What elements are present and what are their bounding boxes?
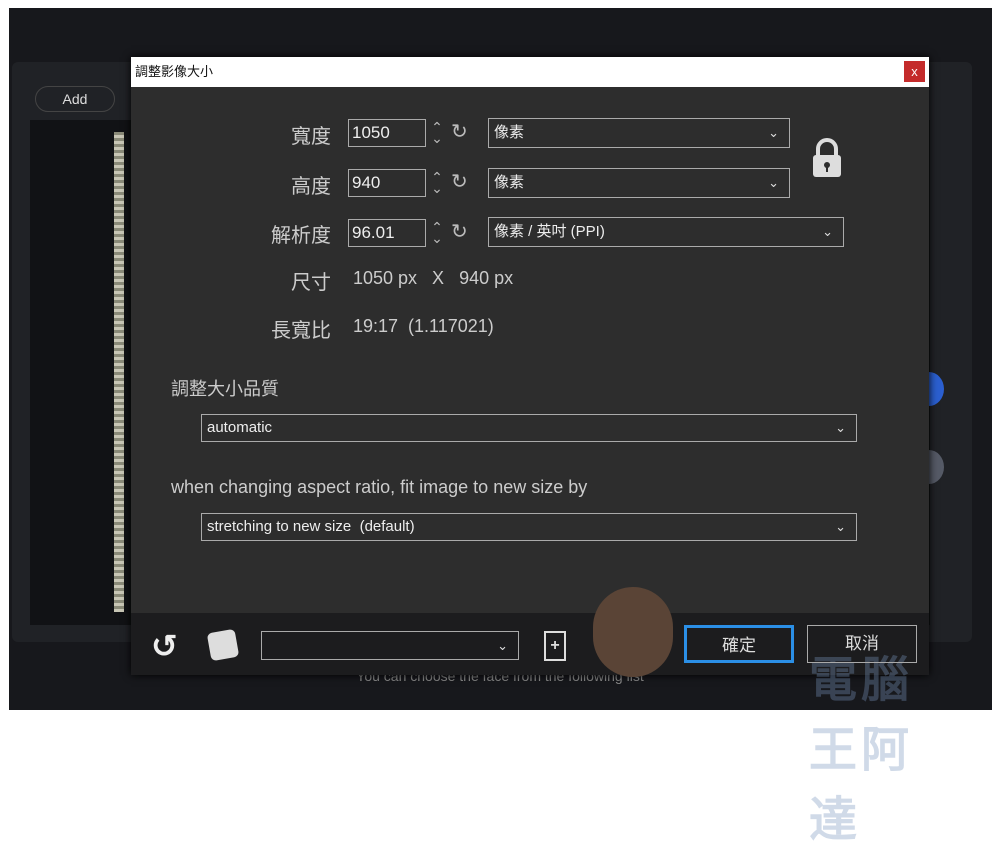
size-value: 1050 px X 940 px — [353, 268, 514, 288]
aspect-label: 長寬比 — [271, 320, 331, 342]
width-input[interactable]: 1050 — [348, 119, 426, 147]
resolution-label: 解析度 — [271, 225, 331, 247]
cancel-button[interactable]: 取消 — [807, 625, 917, 663]
photo-edge — [114, 132, 124, 612]
watermark-logo: 電腦王阿達 — [809, 654, 914, 847]
quality-label: 調整大小品質 — [171, 379, 279, 399]
dice-icon[interactable] — [206, 628, 240, 662]
fit-value: stretching to new size (default) — [207, 518, 415, 535]
height-input[interactable]: 940 — [348, 169, 426, 197]
ok-button[interactable]: 確定 — [684, 625, 794, 663]
chevron-down-icon: ⌄ — [768, 125, 779, 140]
width-unit-select[interactable]: 像素 ⌄ — [488, 118, 790, 148]
dialog-title: 調整影像大小 — [135, 64, 214, 79]
chevron-down-icon: ⌄ — [835, 519, 846, 534]
height-unit-value: 像素 — [494, 174, 525, 191]
lock-icon[interactable] — [811, 137, 843, 184]
quality-select[interactable]: automatic ⌄ — [201, 414, 857, 442]
chevron-down-icon: ⌄ — [497, 638, 508, 653]
new-file-icon[interactable]: + — [544, 631, 566, 661]
height-stepper[interactable]: ⌃ ⌄ — [430, 170, 444, 195]
mascot-logo — [593, 587, 673, 677]
resize-dialog: 調整影像大小 x 寬度 1050 ⌃ ⌄ ↻ 像素 ⌄ 高度 940 ⌃ ⌄ ↻ 像素… — [131, 57, 929, 847]
width-label: 寬度 — [291, 126, 331, 148]
height-label: 高度 — [291, 176, 331, 198]
chevron-down-icon: ⌄ — [835, 420, 846, 435]
quality-value: automatic — [207, 419, 273, 436]
fit-label: when changing aspect ratio, fit image to… — [171, 477, 588, 497]
undo-icon[interactable]: ↺ — [151, 627, 178, 665]
dialog-titlebar: 調整影像大小 x — [131, 57, 929, 87]
height-unit-select[interactable]: 像素 ⌄ — [488, 168, 790, 198]
size-label: 尺寸 — [291, 272, 331, 294]
resolution-input[interactable]: 96.01 — [348, 219, 426, 247]
aspect-value: 19:17 (1.117021) — [353, 316, 494, 336]
resolution-unit-select[interactable]: 像素 / 英吋 (PPI) ⌄ — [488, 217, 844, 247]
chevron-down-icon: ⌄ — [768, 175, 779, 190]
close-button[interactable]: x — [904, 61, 925, 82]
width-unit-value: 像素 — [494, 124, 525, 141]
width-stepper[interactable]: ⌃ ⌄ — [430, 120, 444, 145]
height-reset-icon[interactable]: ↻ — [451, 169, 468, 194]
resolution-reset-icon[interactable]: ↻ — [451, 219, 468, 244]
width-reset-icon[interactable]: ↻ — [451, 119, 468, 144]
resolution-unit-value: 像素 / 英吋 (PPI) — [494, 223, 605, 240]
fit-select[interactable]: stretching to new size (default) ⌄ — [201, 513, 857, 541]
add-button[interactable]: Add — [35, 86, 115, 112]
preset-select[interactable]: ⌄ — [261, 631, 519, 660]
chevron-down-icon: ⌄ — [822, 224, 833, 239]
resolution-stepper[interactable]: ⌃ ⌄ — [430, 220, 444, 245]
